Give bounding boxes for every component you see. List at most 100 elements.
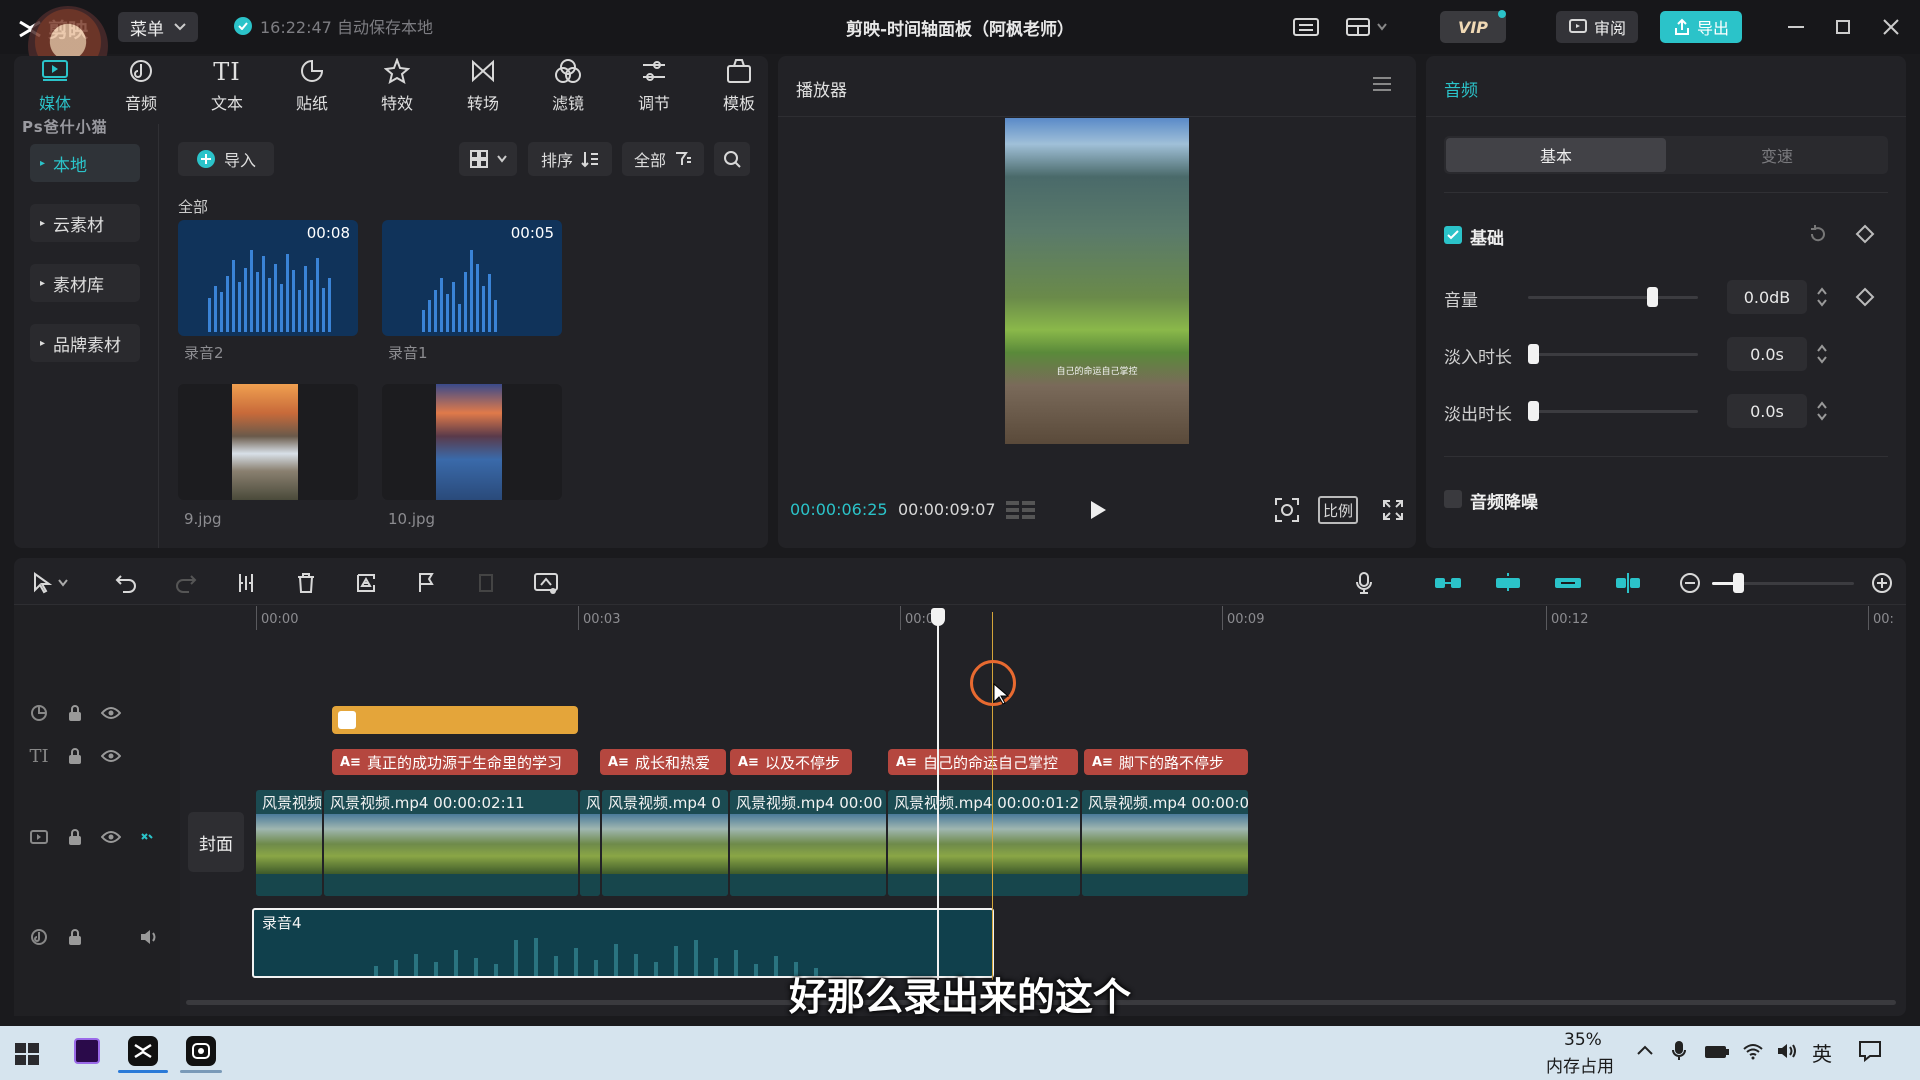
fade-in-slider-knob[interactable] [1528, 344, 1539, 364]
preview-axis-button[interactable] [1610, 568, 1646, 598]
lock-icon[interactable] [64, 702, 86, 724]
tool-transition[interactable]: 转场 [448, 58, 518, 114]
view-toggle-button[interactable] [459, 142, 517, 176]
start-icon[interactable] [14, 1042, 40, 1066]
screenshot-icon[interactable] [1274, 497, 1300, 523]
auto-reframe-button[interactable] [528, 568, 564, 598]
basic-checkbox[interactable] [1444, 226, 1462, 244]
sidebar-item-brand[interactable]: ▸ 品牌素材 [30, 324, 140, 362]
zoom-out-button[interactable] [1672, 568, 1708, 598]
fade-in-stepper[interactable] [1810, 337, 1834, 371]
sort-button[interactable]: 排序 [528, 142, 612, 176]
video-clip[interactable]: 风 [580, 790, 600, 896]
tool-filter[interactable]: 滤镜 [533, 58, 603, 114]
notification-icon[interactable] [1858, 1040, 1882, 1062]
player-menu-icon[interactable] [1372, 76, 1392, 92]
text-clip[interactable]: A≡ 自己的命运自己掌控 [888, 749, 1078, 775]
volume-stepper[interactable] [1810, 280, 1834, 314]
undo-button[interactable] [108, 568, 144, 598]
eye-icon[interactable] [100, 745, 122, 767]
redo-button[interactable] [168, 568, 204, 598]
reset-icon[interactable] [1808, 224, 1828, 244]
video-clip[interactable]: 风景视频.mp4 0 [602, 790, 728, 896]
video-clip[interactable]: 风景视频.mp4 00:00:0 [1082, 790, 1248, 896]
fade-in-value-input[interactable]: 0.0s [1727, 337, 1807, 371]
lock-icon[interactable] [64, 745, 86, 767]
fade-out-value-input[interactable]: 0.0s [1727, 394, 1807, 428]
maximize-icon[interactable] [1836, 20, 1850, 34]
fade-in-slider[interactable] [1528, 353, 1698, 356]
video-clip[interactable]: 风景视频.mp4 00:00 [730, 790, 886, 896]
video-clip[interactable]: 风景视频 [256, 790, 322, 896]
layout-icon[interactable] [1345, 16, 1387, 38]
tool-adjust[interactable]: 调节 [619, 58, 689, 114]
media-item[interactable]: 00:05 [382, 220, 562, 336]
text-clip[interactable]: A≡ 真正的成功源于生命里的学习 [332, 749, 578, 775]
tool-audio[interactable]: 音频 [106, 58, 176, 114]
minimize-icon[interactable] [1788, 26, 1804, 28]
menu-button[interactable]: 菜单 [118, 12, 198, 42]
tray-wifi-icon[interactable] [1742, 1042, 1764, 1060]
record-audio-button[interactable] [1346, 568, 1382, 598]
fade-out-slider[interactable] [1528, 410, 1698, 413]
delete-button[interactable] [288, 568, 324, 598]
tool-text[interactable]: TI 文本 [192, 58, 262, 114]
volume-value-input[interactable]: 0.0dB [1727, 280, 1807, 314]
select-tool-button[interactable] [20, 568, 80, 598]
filter-button[interactable]: 全部 [622, 142, 704, 176]
zoom-slider-knob[interactable] [1733, 573, 1744, 593]
linkage-button[interactable] [1550, 568, 1586, 598]
media-item[interactable] [382, 384, 562, 500]
cover-button[interactable]: 封面 [188, 812, 244, 872]
fullscreen-icon[interactable] [1382, 499, 1404, 521]
tool-template[interactable]: 模板 [704, 58, 774, 114]
premiere-app-icon[interactable] [74, 1038, 100, 1064]
lock-icon[interactable] [64, 926, 86, 948]
recorder-app-icon[interactable] [186, 1036, 216, 1066]
search-button[interactable] [714, 142, 750, 176]
video-clip[interactable]: 风景视频.mp4 00:00:01:2 [888, 790, 1080, 896]
tray-speaker-icon[interactable] [1776, 1042, 1798, 1060]
split-button[interactable] [228, 568, 264, 598]
close-icon[interactable] [1882, 18, 1900, 36]
media-item[interactable] [178, 384, 358, 500]
denoise-checkbox[interactable] [1444, 490, 1462, 508]
tool-sticker[interactable]: 贴纸 [277, 58, 347, 114]
crop-button[interactable] [468, 568, 504, 598]
tray-microphone-icon[interactable] [1672, 1040, 1686, 1062]
tab-basic[interactable]: 基本 [1446, 138, 1666, 172]
sidebar-item-local[interactable]: ▸ 本地 [30, 144, 140, 182]
playhead[interactable] [937, 612, 939, 980]
keyframe-icon[interactable] [1855, 287, 1875, 307]
sidebar-item-cloud[interactable]: ▸ 云素材 [30, 204, 140, 242]
play-icon[interactable] [1089, 500, 1107, 520]
tray-ime[interactable]: 英 [1812, 1038, 1832, 1067]
keyframe-icon[interactable] [1855, 224, 1875, 244]
lock-icon[interactable] [64, 826, 86, 848]
review-button[interactable]: 审阅 [1556, 11, 1638, 43]
tray-chevron-up-icon[interactable] [1636, 1044, 1654, 1056]
eye-icon[interactable] [100, 826, 122, 848]
media-item[interactable]: 00:08 [178, 220, 358, 336]
tool-media[interactable]: 媒体 [20, 58, 90, 114]
volume-slider[interactable] [1528, 296, 1698, 299]
playhead-handle[interactable] [931, 608, 945, 626]
speaker-icon[interactable] [138, 926, 160, 948]
timecode-grid-icon[interactable] [1004, 498, 1038, 522]
export-button[interactable]: 导出 [1660, 11, 1742, 43]
fade-out-stepper[interactable] [1810, 394, 1834, 428]
text-clip[interactable]: A≡ 成长和热爱 [600, 749, 726, 775]
tool-effects[interactable]: 特效 [362, 58, 432, 114]
freeze-button[interactable] [348, 568, 384, 598]
vip-button[interactable]: VIP [1440, 11, 1506, 43]
text-clip[interactable]: A≡ 以及不停步 [730, 749, 852, 775]
import-button[interactable]: 导入 [178, 142, 274, 176]
marker-button[interactable] [408, 568, 444, 598]
video-clip[interactable]: 风景视频.mp4 00:00:02:11 [324, 790, 578, 896]
preview-video[interactable]: 自己的命运自己掌控 [1005, 118, 1189, 444]
tray-battery-icon[interactable] [1704, 1044, 1730, 1060]
capcut-app-icon[interactable] [128, 1036, 158, 1066]
eye-icon[interactable] [100, 702, 122, 724]
sidebar-item-library[interactable]: ▸ 素材库 [30, 264, 140, 302]
tab-speed[interactable]: 变速 [1668, 138, 1886, 172]
